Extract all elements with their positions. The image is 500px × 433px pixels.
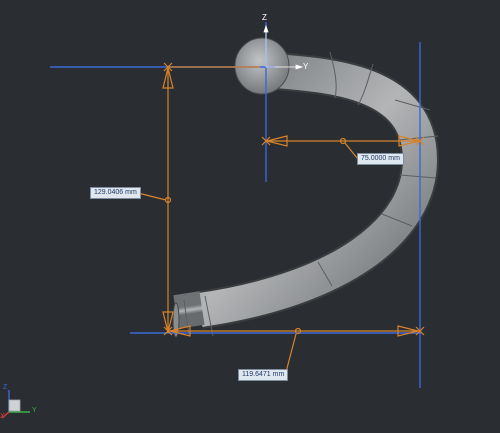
tube-start-cap <box>234 37 290 95</box>
cad-viewport[interactable]: Z Y 129.0406 mm 75.0000 mm 119.6471 mm Z… <box>0 0 500 433</box>
triad-y-label: Y <box>32 407 37 414</box>
dimension-label-horizontal-long[interactable]: 119.6471 mm <box>238 369 289 381</box>
tube-straight-end <box>173 291 205 329</box>
triad-z-label: Z <box>3 384 8 391</box>
triad-x-label: X <box>0 413 5 420</box>
dimension-label-vertical[interactable]: 129.0406 mm <box>90 187 141 199</box>
dimension-label-horizontal-short[interactable]: 75.0000 mm <box>357 153 404 165</box>
orientation-triad <box>1 390 30 419</box>
model-y-axis-label: Y <box>303 62 309 71</box>
tube-body <box>197 53 438 327</box>
model-z-axis-label: Z <box>262 13 267 22</box>
bent-tube-model[interactable] <box>172 37 440 338</box>
